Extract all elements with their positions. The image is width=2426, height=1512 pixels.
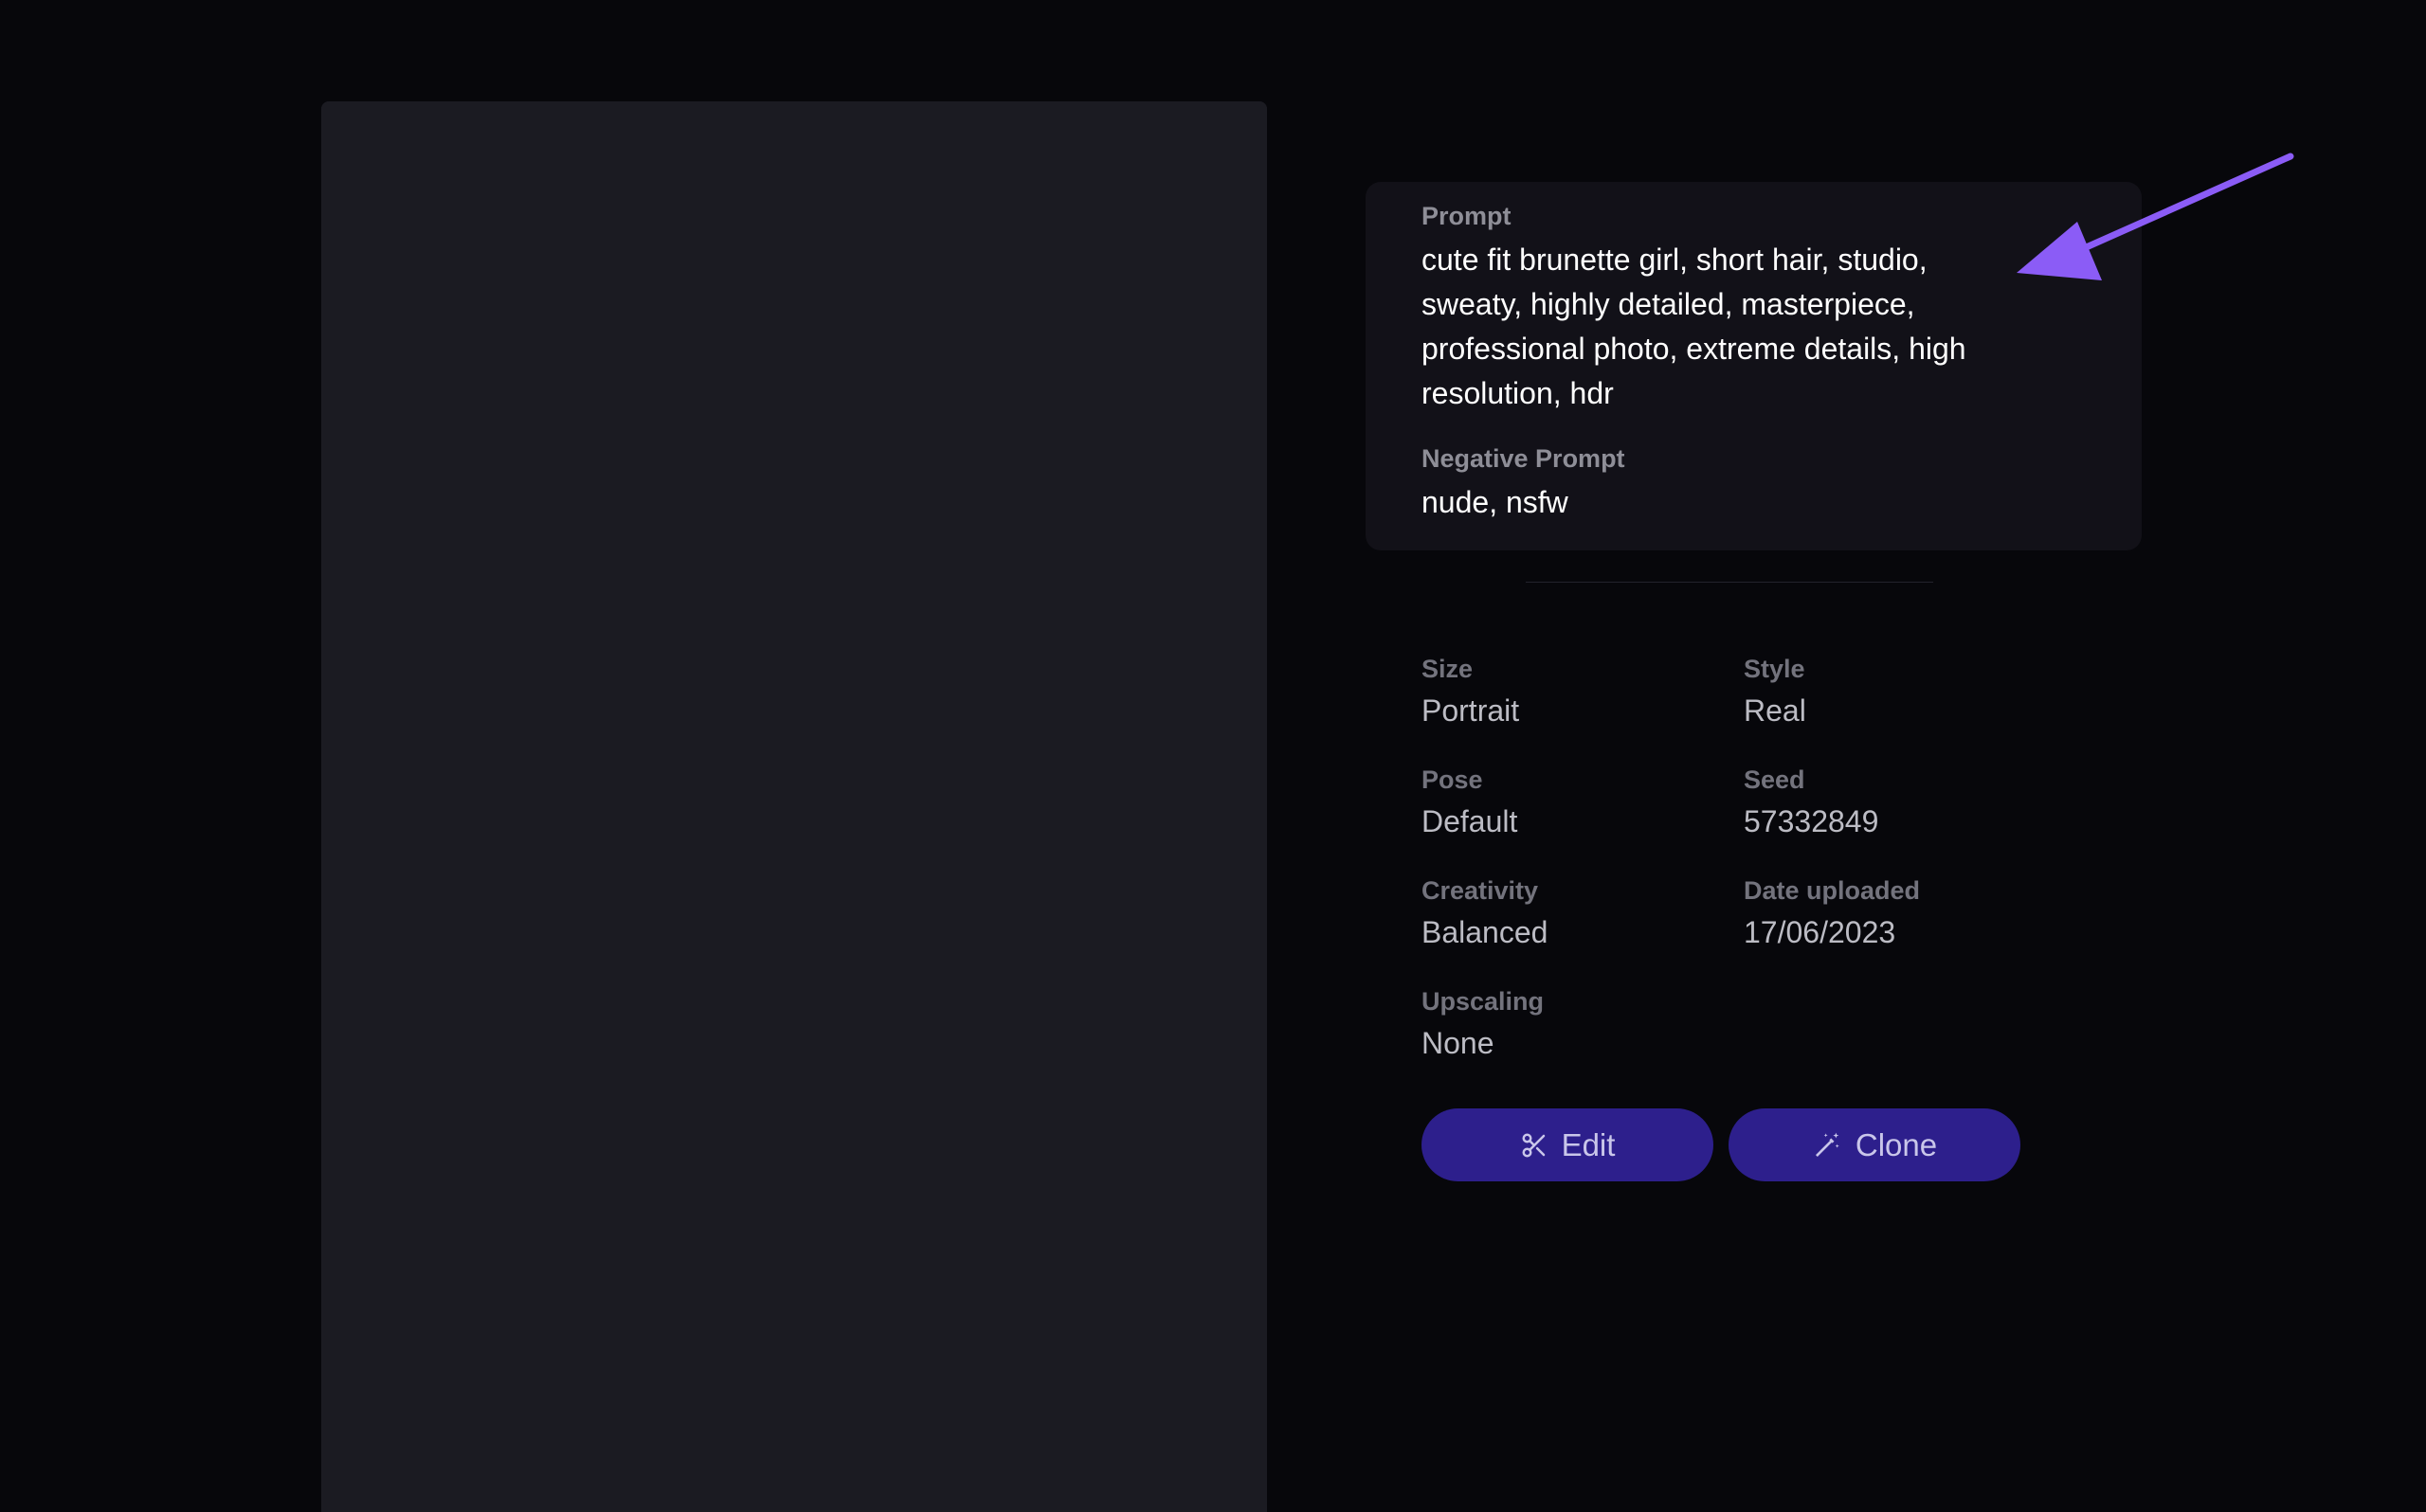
edit-button[interactable]: Edit — [1421, 1108, 1713, 1181]
clone-button-label: Clone — [1855, 1126, 1938, 1162]
magic-wand-icon — [1812, 1130, 1842, 1161]
meta-size: Size Portrait — [1421, 652, 1725, 731]
meta-style: Style Real — [1744, 652, 2047, 731]
meta-pose-value: Default — [1421, 804, 1518, 838]
meta-style-value: Real — [1744, 693, 1806, 728]
clone-button[interactable]: Clone — [1729, 1108, 2020, 1181]
annotation-arrow-icon — [2017, 153, 2294, 280]
image-placeholder — [321, 101, 1267, 1512]
meta-date-uploaded-value: 17/06/2023 — [1744, 915, 1896, 949]
meta-upscaling: Upscaling None — [1421, 984, 1725, 1064]
negative-prompt-label: Negative Prompt — [1421, 444, 1625, 473]
meta-seed: Seed 57332849 — [1744, 763, 2047, 842]
meta-creativity: Creativity Balanced — [1421, 873, 1725, 953]
meta-creativity-label: Creativity — [1421, 876, 1539, 905]
meta-seed-value: 57332849 — [1744, 804, 1879, 838]
prompt-label: Prompt — [1421, 202, 1512, 230]
negative-prompt-text: nude, nsfw — [1421, 485, 1568, 519]
meta-upscaling-label: Upscaling — [1421, 987, 1545, 1016]
scissors-icon — [1520, 1131, 1548, 1160]
generated-image[interactable] — [321, 101, 1267, 1512]
meta-size-value: Portrait — [1421, 693, 1520, 728]
meta-pose-label: Pose — [1421, 765, 1483, 794]
meta-pose: Pose Default — [1421, 763, 1725, 842]
meta-creativity-value: Balanced — [1421, 915, 1548, 949]
section-divider — [1526, 582, 1933, 583]
meta-style-label: Style — [1744, 655, 1805, 683]
image-detail-page: Prompt cute fit brunette girl, short hai… — [0, 0, 2426, 1512]
edit-button-label: Edit — [1561, 1126, 1616, 1162]
prompt-text: cute fit brunette girl, short hair, stud… — [1421, 243, 1966, 410]
meta-date-uploaded-label: Date uploaded — [1744, 876, 1921, 905]
meta-size-label: Size — [1421, 655, 1474, 683]
meta-upscaling-value: None — [1421, 1026, 1494, 1060]
prompt-section: Prompt cute fit brunette girl, short hai… — [1421, 199, 2028, 525]
meta-date-uploaded: Date uploaded 17/06/2023 — [1744, 873, 2047, 953]
meta-seed-label: Seed — [1744, 765, 1805, 794]
